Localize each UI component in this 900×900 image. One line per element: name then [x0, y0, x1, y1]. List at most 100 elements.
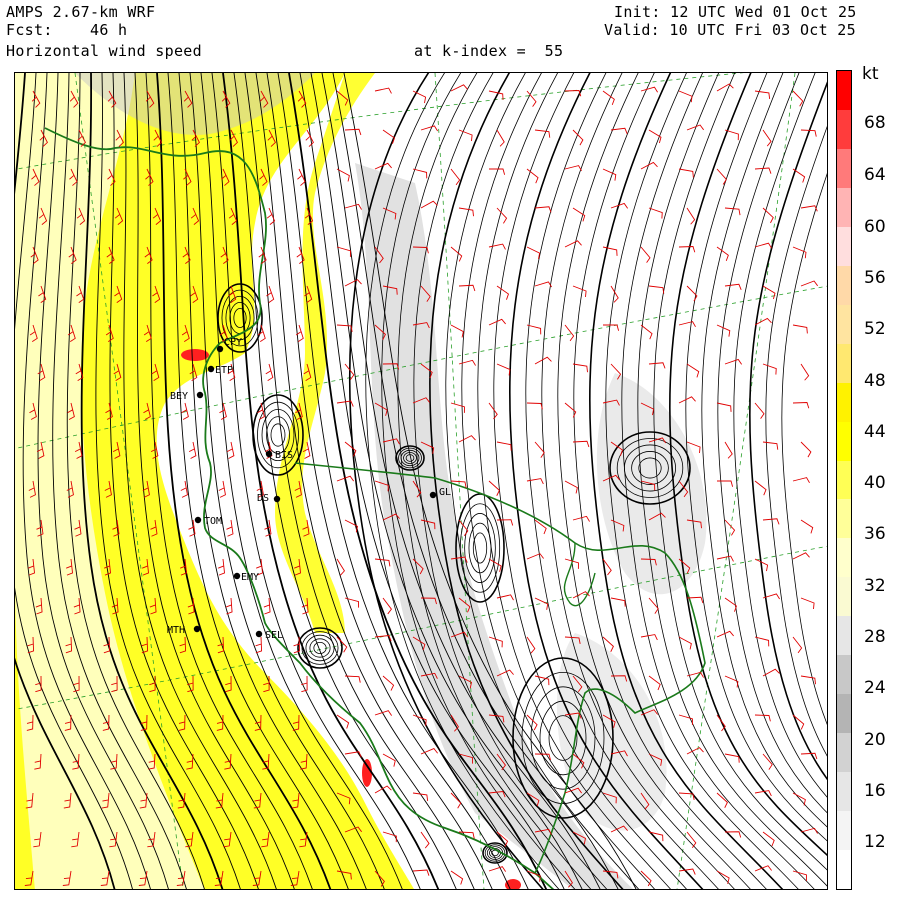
wind-barb	[496, 519, 514, 526]
colorbar-label: 16	[864, 781, 886, 801]
wind-barb	[686, 207, 696, 225]
wind-barb	[678, 246, 696, 253]
station-marker	[255, 630, 263, 638]
wind-barb	[648, 675, 661, 691]
wind-barb	[382, 675, 395, 691]
wind-barb	[754, 167, 772, 174]
closed-streamline	[301, 631, 339, 665]
wind-barb	[716, 83, 734, 92]
colorbar-segment	[837, 616, 851, 656]
wind-barb	[412, 168, 428, 179]
wind-barb	[762, 668, 780, 677]
station-marker	[265, 450, 273, 458]
wind-barb	[564, 165, 582, 172]
wind-barb	[603, 324, 620, 331]
colorbar-unit: kt	[862, 64, 879, 84]
wind-barb	[450, 324, 464, 338]
wind-barb	[648, 362, 666, 369]
wind-barb	[716, 792, 728, 808]
wind-barb	[218, 558, 226, 576]
colorbar-segment	[837, 265, 851, 306]
wind-barb	[188, 519, 196, 537]
wind-barb	[226, 519, 234, 537]
colorbar-segment	[837, 538, 851, 578]
colorbar-label: 20	[864, 730, 886, 750]
wind-barb	[344, 203, 362, 210]
field-name: Horizontal wind speed	[6, 42, 202, 60]
wind-barb	[534, 441, 545, 458]
wind-barb	[188, 441, 197, 459]
wind-barb	[610, 597, 626, 607]
wind-barb	[678, 321, 696, 328]
wind-barb	[420, 831, 430, 849]
wind-barb	[526, 402, 543, 410]
station-marker	[429, 491, 437, 499]
wind-barb	[458, 284, 476, 292]
wind-barb	[792, 402, 810, 409]
wind-barb	[450, 246, 463, 262]
station-marker	[273, 495, 281, 503]
wind-barb	[374, 87, 392, 94]
wind-barb	[610, 127, 628, 135]
wind-barb	[762, 518, 780, 525]
colorbar-label: 64	[864, 165, 886, 185]
wind-barb	[724, 283, 742, 291]
wind-barb	[534, 129, 551, 138]
wind-barb	[800, 441, 812, 458]
valid-time: Valid: 10 UTC Fri 03 Oct 25	[604, 21, 856, 39]
station-label: BIS	[275, 450, 293, 461]
wind-barb	[724, 753, 740, 763]
wind-barb	[450, 168, 461, 186]
colorbar-label: 32	[864, 576, 886, 596]
colorbar-segment	[837, 499, 851, 539]
wind-barb	[458, 359, 476, 366]
colorbar-label: 60	[864, 217, 886, 237]
colorbar-label: 28	[864, 627, 886, 647]
wind-barb	[496, 363, 511, 376]
wind-barb	[792, 90, 804, 107]
colorbar-label: 68	[864, 113, 886, 133]
wind-barb	[686, 671, 704, 678]
wind-max-spot	[181, 349, 209, 361]
station-label: BEY	[170, 391, 188, 402]
forecast-prefix: Fcst:	[6, 21, 53, 39]
station-marker	[196, 391, 204, 399]
wind-barb	[792, 246, 807, 259]
wind-barb	[686, 285, 698, 302]
wind-barb	[420, 125, 438, 132]
wind-barb	[412, 90, 427, 104]
wind-barb	[754, 790, 772, 797]
wind-barb	[640, 86, 658, 93]
wind-barb	[564, 480, 578, 494]
map-panel[interactable]: CPY ETP BEY BIS DS TOM MTH EMY SEL GL	[14, 72, 828, 890]
wind-barb	[336, 558, 345, 576]
wind-barb	[488, 243, 506, 250]
wind-barb	[534, 597, 549, 610]
wind-barb	[412, 869, 430, 876]
wind-barb	[724, 358, 743, 365]
colorbar-segment	[837, 71, 851, 111]
wind-barb	[762, 363, 777, 375]
wind-barb	[534, 206, 552, 213]
wind-barb	[526, 478, 544, 485]
wind-barb	[610, 285, 619, 303]
colorbar-segment	[837, 811, 851, 851]
wind-barb	[716, 168, 727, 185]
colorbar-segment	[837, 382, 851, 423]
wind-barb	[678, 168, 694, 178]
streamline	[749, 81, 827, 781]
closed-streamline	[459, 503, 501, 593]
wind-barb	[648, 207, 663, 219]
wind-barb	[488, 480, 500, 496]
wind-barb	[420, 200, 438, 209]
forecast-label: Fcst: 46 h	[6, 22, 127, 39]
colorbar-label: 12	[864, 832, 886, 852]
wind-barb	[792, 324, 808, 334]
colorbar-segment	[837, 109, 851, 150]
wind-barb	[344, 441, 357, 457]
wind-barb	[496, 285, 510, 300]
wind-barb	[526, 553, 544, 560]
wind-barb	[678, 396, 696, 404]
wind-barb	[572, 363, 588, 373]
wind-barb	[800, 519, 814, 534]
